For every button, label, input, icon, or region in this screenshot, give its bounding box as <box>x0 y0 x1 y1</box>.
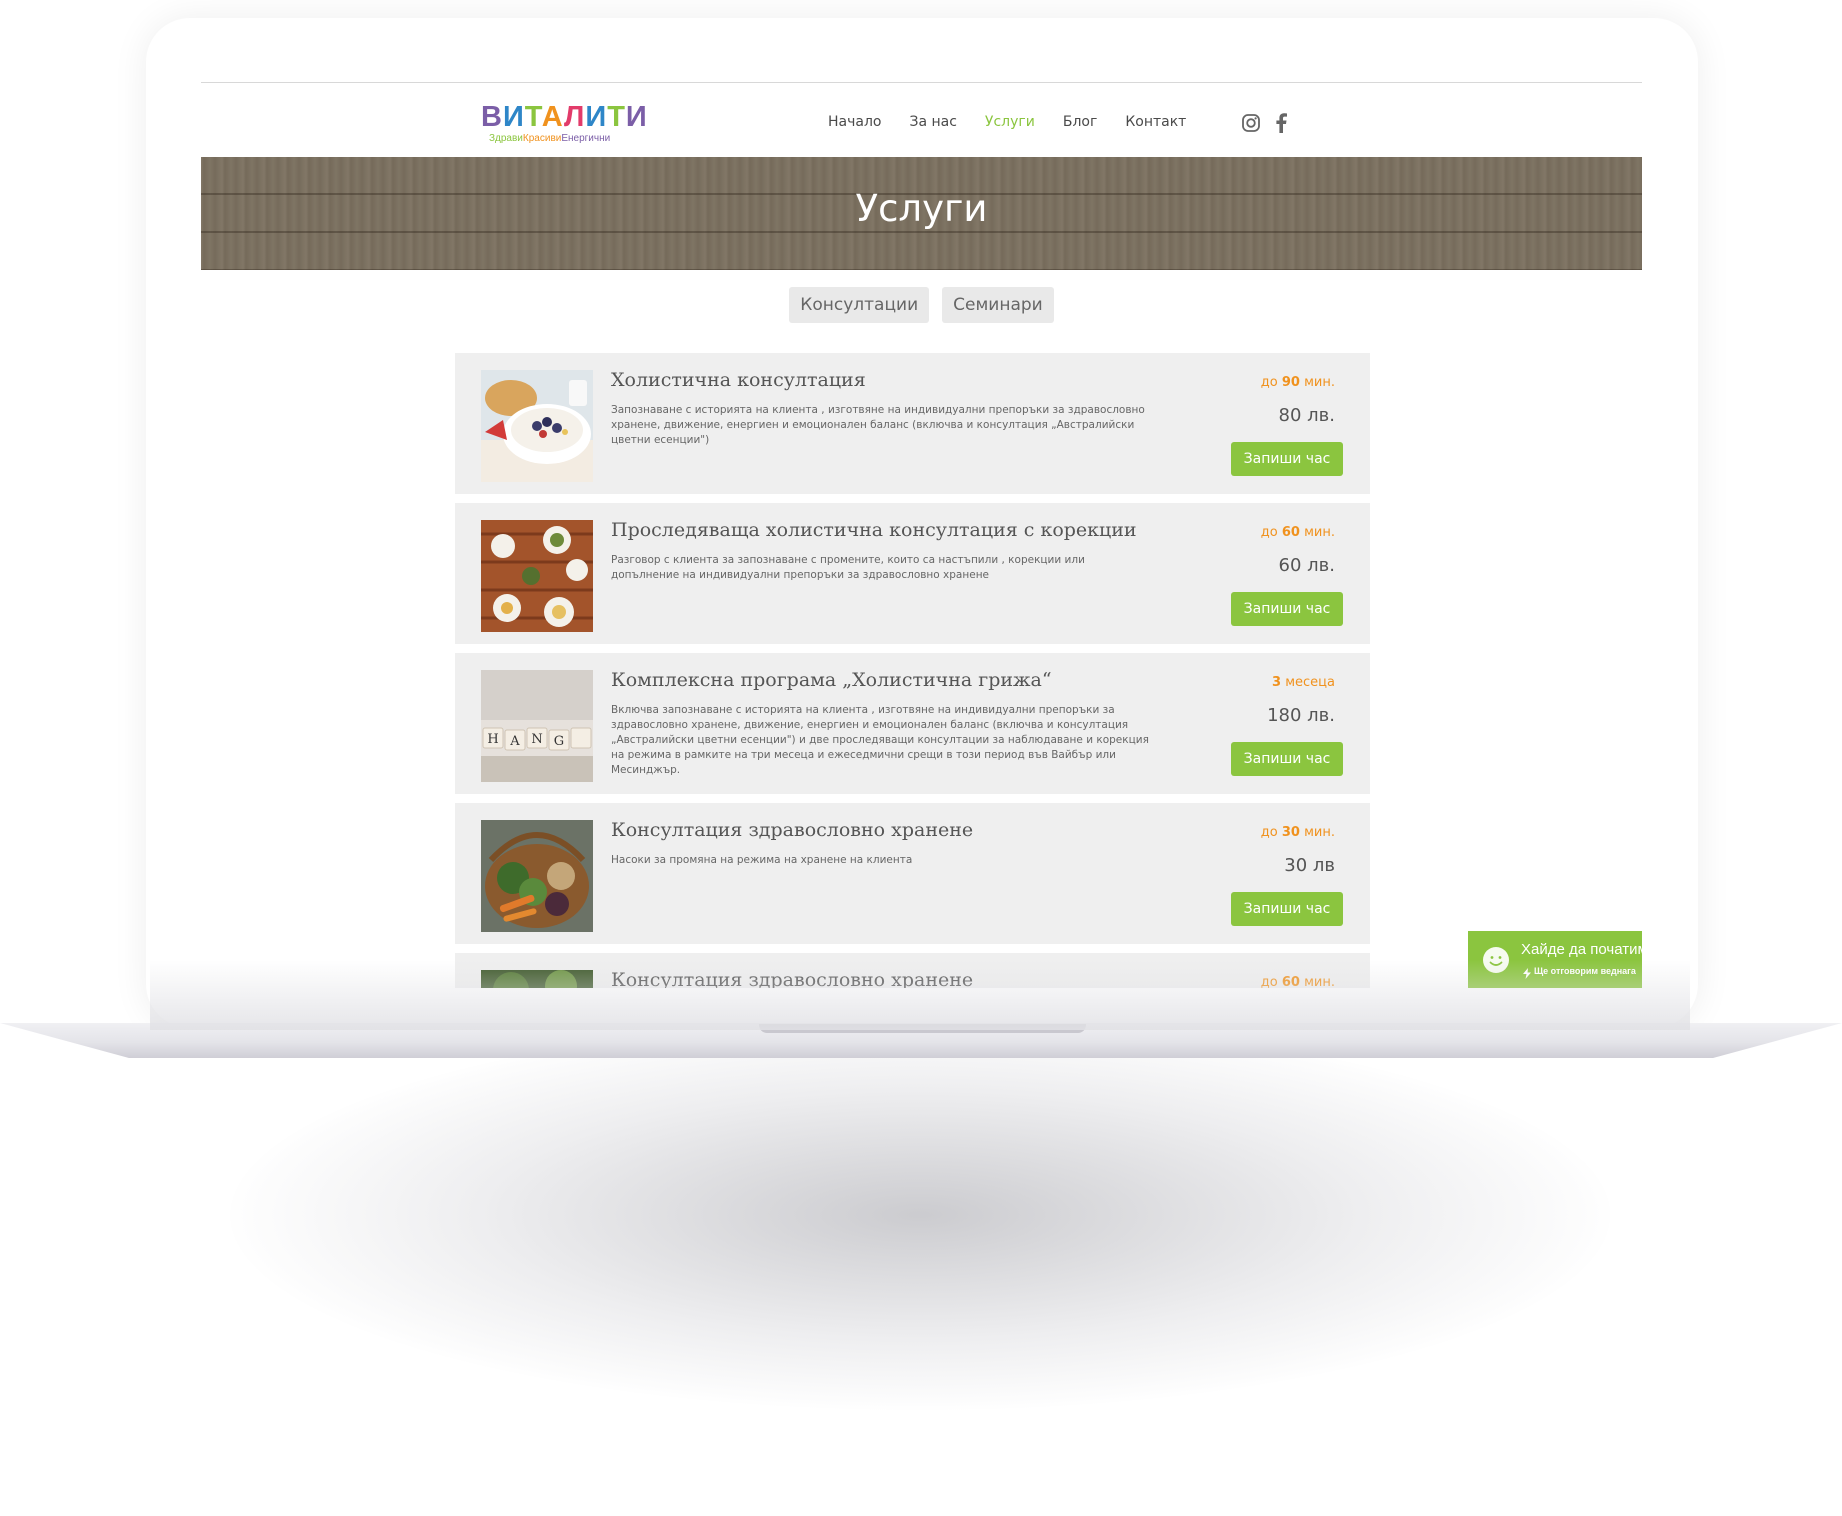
service-price: 80 лв. <box>1278 405 1335 426</box>
svg-text:G: G <box>554 734 564 749</box>
service-image <box>481 520 593 632</box>
tab-consultations[interactable]: Консултации <box>789 287 930 323</box>
laptop-notch <box>759 1024 1086 1033</box>
service-image <box>481 970 593 988</box>
tagline-word: Здрави <box>489 133 523 144</box>
book-appointment-button[interactable]: Запиши час <box>1231 742 1343 776</box>
service-duration: до 90 мин. <box>1261 375 1335 390</box>
service-image <box>481 370 593 482</box>
book-appointment-button[interactable]: Запиши час <box>1231 892 1343 926</box>
page-title: Услуги <box>855 187 988 230</box>
service-description: Включва запознаване с историята на клиен… <box>611 704 1149 776</box>
bolt-icon <box>1523 964 1531 983</box>
brand-letter: Т <box>524 101 542 133</box>
tagline-word: Красиви <box>522 133 562 144</box>
duration-value: 60 <box>1281 975 1300 988</box>
service-duration: до 60 мин. <box>1261 975 1335 988</box>
service-duration: до 30 мин. <box>1261 825 1335 840</box>
service-description: Запознаване с историята на клиента , изг… <box>611 404 1145 446</box>
book-appointment-button[interactable]: Запиши час <box>1231 592 1343 626</box>
nav-item[interactable]: Блог <box>1063 114 1097 130</box>
duration-value: 30 <box>1281 825 1300 840</box>
service-title: Комплексна програма „Холистична грижа“ <box>611 669 1052 691</box>
duration-prefix: до <box>1260 525 1278 540</box>
tab-seminars[interactable]: Семинари <box>942 287 1054 323</box>
svg-text:A: A <box>509 734 520 749</box>
service-description: Насоки за промяна на режима на хранене н… <box>611 854 913 866</box>
svg-text:N: N <box>531 732 542 747</box>
service-card: Консултация здравословно хранене до 60 ми… <box>455 953 1370 988</box>
brand-letter: И <box>585 101 608 133</box>
service-title: Холистична консултация <box>611 369 866 391</box>
duration-unit: мин. <box>1304 375 1335 390</box>
browser-screen: ВИТАЛИТИ ЗдравиКрасивиЕнергични Начало За… <box>201 82 1642 988</box>
duration-value: 90 <box>1281 375 1300 390</box>
brand-letter: Т <box>607 101 626 133</box>
nav-item[interactable]: Начало <box>828 114 881 130</box>
duration-prefix: до <box>1260 375 1278 390</box>
duration-prefix: до <box>1260 825 1278 840</box>
nav-item[interactable]: За нас <box>909 114 956 130</box>
service-tabs: Консултации Семинари <box>201 287 1642 323</box>
duration-value: 60 <box>1281 525 1300 540</box>
duration-unit: мин. <box>1304 825 1335 840</box>
smiley-icon <box>1482 946 1510 978</box>
service-duration: 3 месеца <box>1272 675 1335 690</box>
service-price: 180 лв. <box>1267 705 1335 726</box>
service-description: Разговор с клиента за запознаване с пром… <box>611 554 1085 581</box>
svg-text:H: H <box>487 732 498 747</box>
hero-banner: Услуги <box>201 157 1642 270</box>
social-links <box>1241 113 1287 133</box>
instagram-icon[interactable] <box>1241 113 1261 133</box>
duration-unit: месеца <box>1285 675 1335 690</box>
duration-unit: мин. <box>1304 525 1335 540</box>
services-list: Холистична консултация Запознаване с исто… <box>455 353 1370 988</box>
duration-value: 3 <box>1272 675 1282 690</box>
brand-letter: Л <box>563 101 586 133</box>
brand-letter: А <box>541 101 564 133</box>
duration-unit: мин. <box>1304 975 1335 988</box>
site-header: ВИТАЛИТИ ЗдравиКрасивиЕнергични Начало За… <box>201 83 1642 157</box>
laptop-shadow <box>230 1020 1610 1410</box>
nav-item[interactable]: Услуги <box>985 114 1035 130</box>
nav-item[interactable]: Контакт <box>1125 114 1186 130</box>
service-duration: до 60 мин. <box>1261 525 1335 540</box>
brand-wordmark: ВИТАЛИТИ <box>481 103 648 132</box>
service-card: Проследяваща холистична консултация с ко… <box>455 503 1370 644</box>
brand-letter: И <box>625 101 648 133</box>
facebook-icon[interactable] <box>1275 113 1287 133</box>
brand-letter: В <box>481 101 503 133</box>
brand-tagline: ЗдравиКрасивиЕнергични <box>489 133 648 144</box>
main-nav: Начало За нас Услуги Блог Контакт <box>828 114 1186 130</box>
service-card: Холистична консултация Запознаване с исто… <box>455 353 1370 494</box>
service-title: Консултация здравословно хранене <box>611 819 974 841</box>
service-card: Консултация здравословно хранене Насоки з… <box>455 803 1370 944</box>
brand-letter: И <box>502 101 525 133</box>
brand-logo[interactable]: ВИТАЛИТИ ЗдравиКрасивиЕнергични <box>481 103 648 145</box>
service-card: H A N G Комплексна програма „Холистична гриж… <box>455 653 1370 794</box>
chat-title: Хайде да початим <box>1521 941 1642 958</box>
service-image: HANG <box>481 670 593 782</box>
service-title: Проследяваща холистична консултация с ко… <box>611 519 1137 541</box>
tagline-word: Енергични <box>561 133 611 144</box>
duration-prefix: до <box>1260 975 1278 988</box>
service-title: Консултация здравословно хранене <box>611 969 974 988</box>
service-price: 60 лв. <box>1278 555 1335 576</box>
chat-subtitle: Ще отговорим веднага <box>1534 966 1636 976</box>
book-appointment-button[interactable]: Запиши час <box>1231 442 1343 476</box>
chat-widget[interactable]: Хайде да початим Ще отговорим веднага <box>1468 931 1642 988</box>
service-price: 30 лв <box>1284 855 1335 876</box>
service-image <box>481 820 593 932</box>
